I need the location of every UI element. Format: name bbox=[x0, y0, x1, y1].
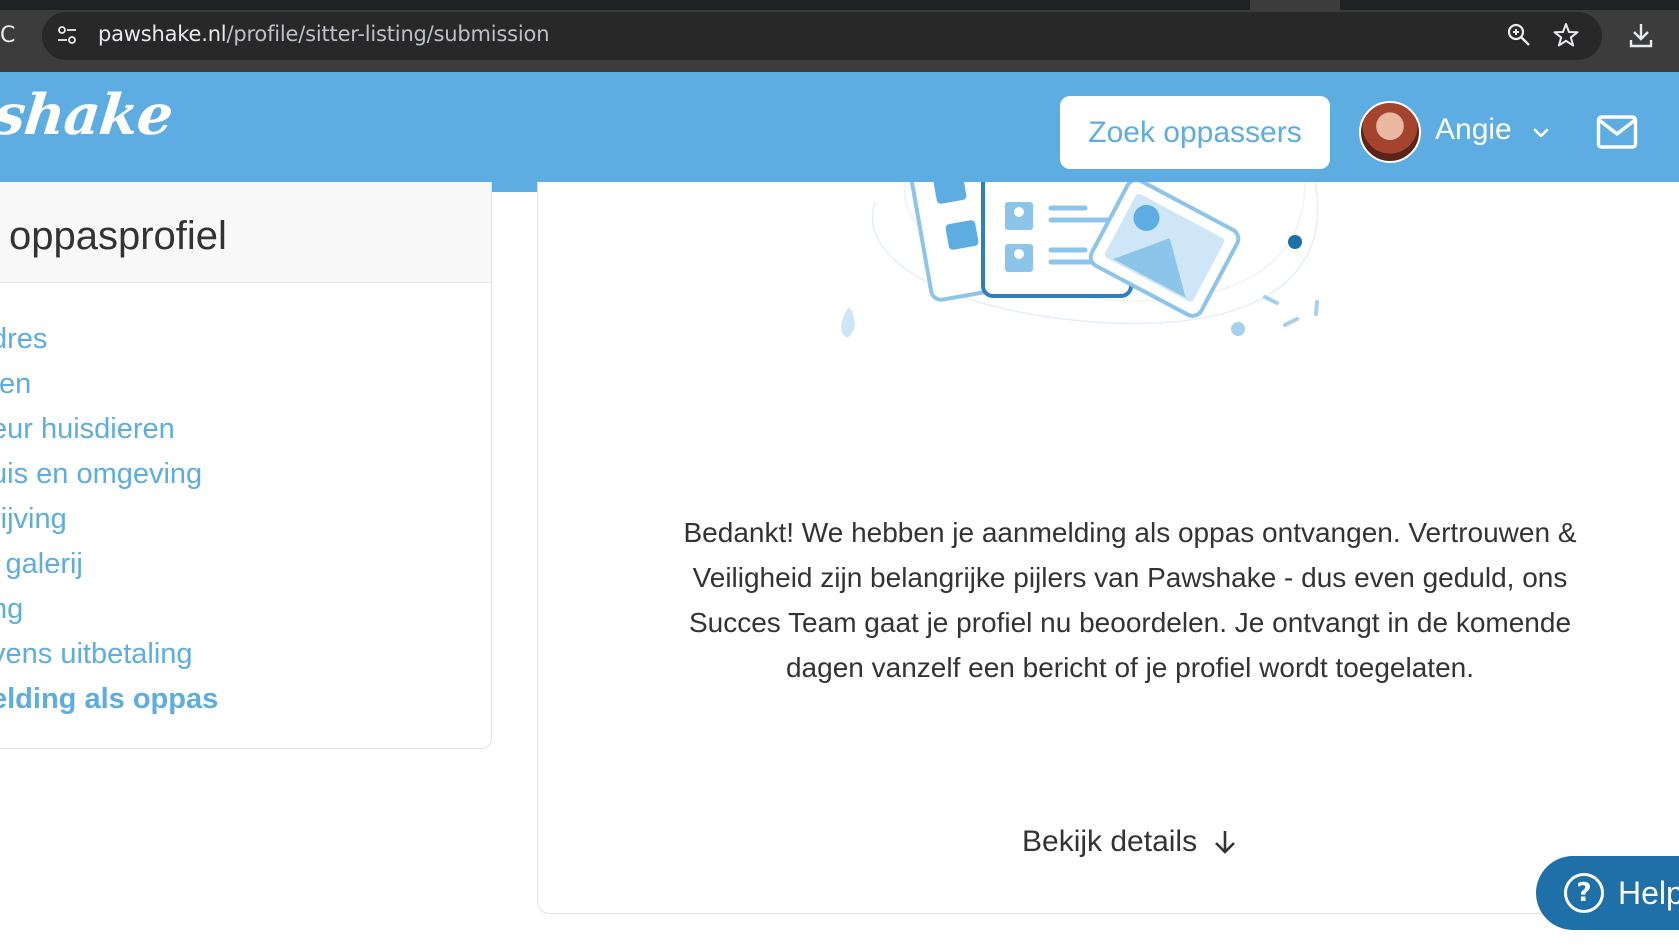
reload-icon[interactable]: C bbox=[0, 22, 20, 50]
help-button[interactable]: ? Help bbox=[1536, 856, 1679, 930]
sidebar-item-description[interactable]: rijving bbox=[0, 497, 218, 542]
sidebar-item-home-environment[interactable]: uis en omgeving bbox=[0, 452, 218, 497]
view-details-label: Bekijk details bbox=[1022, 825, 1198, 858]
site-info-icon[interactable] bbox=[56, 24, 78, 46]
browser-tab-strip bbox=[0, 0, 1679, 10]
sidebar-item-pricing[interactable]: ng bbox=[0, 587, 218, 632]
confirmation-message: Bedankt! We hebben je aanmelding als opp… bbox=[683, 517, 1577, 683]
chevron-down-icon[interactable] bbox=[1530, 122, 1552, 144]
sidebar-item-services[interactable]: ten bbox=[0, 362, 218, 407]
bookmark-star-icon[interactable] bbox=[1552, 21, 1580, 49]
mail-icon[interactable] bbox=[1596, 114, 1638, 150]
sidebar-item-payout-details[interactable]: vens uitbetaling bbox=[0, 632, 218, 677]
help-question-icon: ? bbox=[1564, 873, 1604, 913]
url-host: pawshake.nl bbox=[98, 22, 227, 46]
site-header bbox=[0, 72, 1679, 192]
search-sitters-button[interactable]: Zoek oppassers bbox=[1060, 96, 1330, 169]
sidebar-title: oppasprofiel bbox=[9, 214, 227, 258]
download-icon[interactable] bbox=[1626, 20, 1656, 50]
help-label: Help bbox=[1618, 874, 1679, 911]
view-details-link[interactable]: Bekijk details bbox=[1022, 825, 1237, 859]
sidebar-item-address[interactable]: dres bbox=[0, 317, 218, 362]
sidebar-nav: dres ten eur huisdieren uis en omgeving … bbox=[0, 317, 218, 722]
url-path: /profile/sitter-listing/submission bbox=[226, 22, 550, 46]
pawshake-logo[interactable]: shake bbox=[0, 82, 175, 148]
sidebar-item-gallery[interactable]: l galerij bbox=[0, 542, 218, 587]
avatar[interactable] bbox=[1359, 101, 1421, 163]
sidebar-item-pet-preference[interactable]: eur huisdieren bbox=[0, 407, 218, 452]
zoom-icon[interactable] bbox=[1506, 22, 1532, 48]
profile-review-illustration bbox=[841, 182, 1319, 338]
url-text[interactable]: pawshake.nl/profile/sitter-listing/submi… bbox=[98, 22, 550, 46]
sidebar-item-sitter-application[interactable]: elding als oppas bbox=[0, 677, 218, 722]
browser-tab[interactable] bbox=[1250, 0, 1340, 10]
user-menu-name[interactable]: Angie bbox=[1435, 113, 1512, 147]
arrow-down-icon bbox=[1215, 831, 1235, 854]
sidebar-header: oppasprofiel bbox=[0, 182, 491, 283]
profile-sidebar: oppasprofiel dres ten eur huisdieren uis… bbox=[0, 182, 492, 749]
